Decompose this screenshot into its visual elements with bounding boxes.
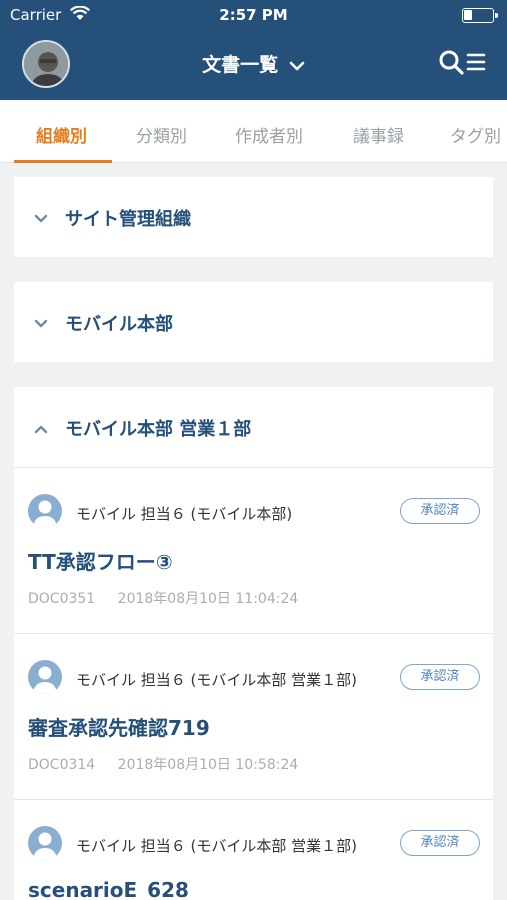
tab-bar: 組織別 分類別 作成者別 議事録 タグ別 [0, 100, 507, 163]
document-author: モバイル 担当６ (モバイル本部 営業１部) [76, 837, 358, 855]
document-author: モバイル 担当６ (モバイル本部 営業１部) [76, 671, 358, 689]
search-menu-icon[interactable] [438, 49, 488, 81]
document-id: DOC0314 [28, 757, 96, 773]
document-list-item[interactable]: モバイル 担当６ (モバイル本部 営業１部) 承認済 scenarioE_628 [14, 800, 493, 900]
group-name: サイト管理組織 [65, 209, 191, 230]
document-title: 審査承認先確認719 [28, 716, 210, 740]
status-badge: 承認済 [400, 830, 480, 856]
header-title-dropdown[interactable]: 文書一覧 [0, 50, 507, 77]
app-header: Carrier 2:57 PM 文書一覧 [0, 0, 507, 100]
group-row[interactable]: モバイル本部 営業１部 [14, 387, 493, 468]
document-datetime: 2018年08月10日 11:04:24 [117, 591, 299, 607]
chevron-down-icon [289, 55, 305, 77]
user-avatar-icon [28, 494, 62, 528]
status-badge: 承認済 [400, 498, 480, 524]
document-author: モバイル 担当６ (モバイル本部) [76, 505, 293, 523]
document-meta: DOC0314 2018年08月10日 10:58:24 [28, 754, 316, 774]
chevron-down-icon [33, 210, 49, 229]
user-avatar-icon [28, 826, 62, 860]
document-datetime: 2018年08月10日 10:58:24 [117, 757, 299, 773]
battery-icon [462, 8, 498, 23]
group-row[interactable]: サイト管理組織 [14, 177, 493, 257]
active-tab-indicator [14, 160, 112, 163]
document-id: DOC0351 [28, 591, 96, 607]
user-avatar-icon [28, 660, 62, 694]
tab-tags[interactable]: タグ別 [450, 122, 501, 147]
tab-category[interactable]: 分類別 [136, 122, 187, 147]
chevron-up-icon [33, 420, 49, 439]
group-row[interactable]: モバイル本部 [14, 282, 493, 362]
document-list-item[interactable]: モバイル 担当６ (モバイル本部) 承認済 TT承認フロー③ DOC0351 2… [14, 468, 493, 634]
document-title: TT承認フロー③ [28, 550, 173, 574]
page-title: 文書一覧 [202, 54, 279, 76]
status-time: 2:57 PM [219, 6, 288, 24]
chevron-down-icon [33, 315, 49, 334]
group-name: モバイル本部 営業１部 [65, 419, 252, 440]
tab-author[interactable]: 作成者別 [235, 122, 303, 147]
document-list-item[interactable]: モバイル 担当６ (モバイル本部 営業１部) 承認済 審査承認先確認719 DO… [14, 634, 493, 800]
status-badge: 承認済 [400, 664, 480, 690]
document-meta: DOC0351 2018年08月10日 11:04:24 [28, 588, 316, 608]
status-bar: Carrier 2:57 PM [0, 0, 507, 30]
group-name: モバイル本部 [65, 314, 173, 335]
tab-minutes[interactable]: 議事録 [353, 122, 404, 147]
tab-organization[interactable]: 組織別 [36, 122, 87, 147]
document-title: scenarioE_628 [28, 878, 189, 900]
